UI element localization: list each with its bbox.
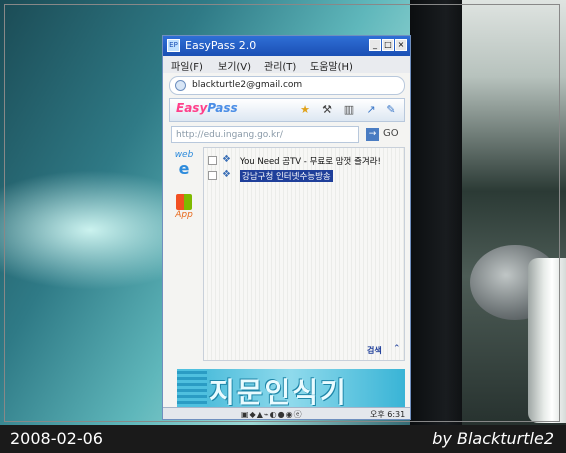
monitor-bezel <box>410 0 470 425</box>
system-tray: ▣◆▲⌁◐●◉ⓔ 오후 6:31 <box>163 407 410 419</box>
menu-view[interactable]: 보기(V) <box>218 58 251 73</box>
expander-box[interactable] <box>208 171 217 180</box>
banner-decoration <box>177 369 207 407</box>
banner-text: 지문인식기 <box>209 376 348 407</box>
easypass-logo: EasyPass <box>176 101 238 115</box>
star-icon[interactable]: ★ <box>298 103 312 117</box>
side-tab-app[interactable]: App <box>169 194 199 230</box>
internet-explorer-icon: e <box>178 159 190 178</box>
list-item-label: 강남구청 인터넷수능방송 <box>240 170 333 182</box>
mug <box>528 258 566 423</box>
url-input[interactable] <box>171 126 359 143</box>
menu-bar: 파일(F) 보기(V) 관리(T) 도움말(H) <box>163 56 410 73</box>
pin-icon[interactable]: ✎ <box>384 103 398 117</box>
go-arrow-icon: → <box>366 128 379 141</box>
side-tabs: web e App <box>169 150 201 355</box>
tray-icons[interactable]: ▣◆▲⌁◐●◉ⓔ <box>241 409 303 419</box>
clock: 오후 6:31 <box>370 410 406 419</box>
caption-date: 2008-02-06 <box>10 429 103 448</box>
easypass-window: EP EasyPass 2.0 _ □ × 파일(F) 보기(V) 관리(T) … <box>162 35 411 420</box>
hammer-icon[interactable]: ⚒ <box>320 103 334 117</box>
account-email: blackturtle2@gmail.com <box>192 80 303 90</box>
side-tab-web[interactable]: web e <box>169 150 199 186</box>
user-icon <box>175 80 186 91</box>
toolbar: EasyPass ★ ⚒ ▥ ↗ ✎ <box>169 98 405 122</box>
app-icon: EP <box>167 39 180 52</box>
expander-box[interactable] <box>208 156 217 165</box>
search-button[interactable]: 검색 <box>367 345 382 356</box>
title-bar[interactable]: EP EasyPass 2.0 _ □ × <box>163 36 410 56</box>
search-strip: 검색 ⌃ <box>169 342 405 360</box>
maximize-button[interactable]: □ <box>382 39 394 51</box>
favorites-list: ❖ You Need 곰TV - 무료로 맘껏 즐겨라! ❖ 강남구청 인터넷수… <box>203 147 405 361</box>
link-icon: ❖ <box>222 154 231 165</box>
list-item[interactable]: ❖ You Need 곰TV - 무료로 맘껏 즐겨라! <box>208 154 402 168</box>
side-tab-app-label: App <box>175 210 193 220</box>
account-bar[interactable]: blackturtle2@gmail.com <box>169 76 405 95</box>
address-bar: → GO <box>169 125 405 145</box>
windows-logo-icon <box>176 194 192 210</box>
go-button[interactable]: → GO <box>366 126 404 143</box>
arrow-up-right-icon[interactable]: ↗ <box>364 103 378 117</box>
list-item-selected[interactable]: ❖ 강남구청 인터넷수능방송 <box>208 169 402 183</box>
ad-banner[interactable]: 지문인식기 <box>177 369 405 407</box>
close-button[interactable]: × <box>395 39 407 51</box>
caption-bar: 2008-02-06 by Blackturtle2 <box>0 425 566 453</box>
minimize-button[interactable]: _ <box>369 39 381 51</box>
list-item-label: You Need 곰TV - 무료로 맘껏 즐겨라! <box>240 157 381 167</box>
link-icon: ❖ <box>222 169 231 180</box>
go-label: GO <box>383 128 399 139</box>
caption-author: by Blackturtle2 <box>432 429 554 448</box>
collapse-icon[interactable]: ⌃ <box>393 344 401 354</box>
menu-help[interactable]: 도움말(H) <box>310 58 353 73</box>
menu-file[interactable]: 파일(F) <box>171 58 203 73</box>
menu-manage[interactable]: 관리(T) <box>264 58 296 73</box>
window-title: EasyPass 2.0 <box>185 39 257 52</box>
trash-icon[interactable]: ▥ <box>342 103 356 117</box>
photo-background: EP EasyPass 2.0 _ □ × 파일(F) 보기(V) 관리(T) … <box>0 0 566 453</box>
